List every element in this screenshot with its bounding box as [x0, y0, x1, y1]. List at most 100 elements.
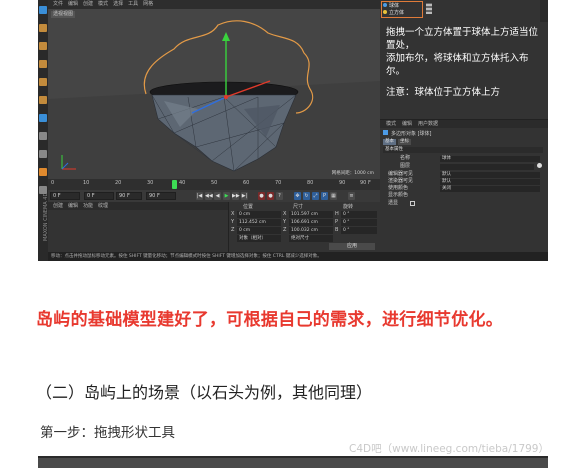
coordinate-mode-select[interactable]: 对象（相对）: [237, 235, 281, 242]
position-z-field[interactable]: 0 cm: [237, 227, 281, 234]
position-x-field[interactable]: 0 cm: [237, 211, 281, 218]
snap-tool-icon[interactable]: [39, 168, 47, 176]
y-axis-arrow[interactable]: [222, 32, 230, 41]
auto-key-icon[interactable]: ●: [267, 192, 274, 200]
prev-key-icon[interactable]: ◀◀: [205, 192, 213, 200]
apply-button[interactable]: 应用: [329, 243, 375, 250]
checker-tool-icon[interactable]: [39, 42, 47, 50]
menu-item[interactable]: 网格: [143, 1, 153, 7]
rotation-b-field[interactable]: 0 °: [341, 227, 377, 234]
timeline-tick: 50: [211, 180, 218, 186]
size-x-field[interactable]: 101.597 cm: [289, 211, 333, 218]
keyframe-select-icon[interactable]: ?: [276, 192, 283, 200]
play-icon[interactable]: ▶: [223, 192, 230, 200]
material-manager: 创建 编辑 功能 纹理: [48, 202, 228, 252]
undo-tool-icon[interactable]: [39, 6, 47, 14]
record-icon[interactable]: ●: [258, 192, 265, 200]
transport-bar: 0 F 0 F 90 F |◀ ◀◀ ◀ ▶ ▶▶ ▶| ● ● ? ✥ ↻ ⤢…: [48, 190, 380, 202]
size-mode-select[interactable]: 绝对尺寸: [289, 235, 333, 242]
point-mode-icon[interactable]: [39, 132, 47, 140]
timeline-ruler[interactable]: 0 10 20 30 40 50 60 70 80 90 90 F: [48, 179, 380, 190]
sphere-icon: [383, 3, 387, 7]
visibility-toggle-icon[interactable]: [426, 3, 432, 14]
cube-tool-icon[interactable]: [39, 24, 47, 32]
polygon-tool-icon[interactable]: [39, 78, 47, 86]
material-menu-item[interactable]: 纹理: [98, 203, 108, 209]
menu-item[interactable]: 选择: [113, 1, 123, 7]
timeline-tick: 0: [51, 180, 55, 186]
viewport-label[interactable]: 透视视图: [51, 11, 76, 18]
status-bar: 移动：点击并拖动鼠标移动元素。按住 SHIFT 键量化移动；节点编辑模式时按住 …: [48, 252, 548, 261]
go-to-end-icon[interactable]: ▶|: [241, 192, 248, 200]
editor-visible-select[interactable]: 默认: [440, 171, 540, 178]
use-color-select[interactable]: 关闭: [440, 185, 540, 192]
tab-basic[interactable]: 基本: [383, 139, 396, 145]
object-row-cube[interactable]: 立方体: [383, 10, 404, 17]
edge-tool-icon[interactable]: [39, 96, 47, 104]
menu-item[interactable]: 创建: [83, 1, 93, 7]
panel-tab-strip: [540, 0, 548, 22]
field-label: 使用颜色: [388, 185, 409, 191]
object-title-text: 多边形对象 [球体]: [391, 131, 432, 137]
timeline-settings-icon[interactable]: ≡: [348, 192, 355, 200]
position-y-field[interactable]: 112.452 cm: [237, 219, 281, 226]
play-reverse-icon[interactable]: ◀: [214, 192, 221, 200]
move-key-icon[interactable]: ✥: [294, 192, 301, 200]
axis-label: Z: [231, 227, 235, 233]
preview-end-field[interactable]: 90 F: [116, 192, 142, 200]
rotate-key-icon[interactable]: ↻: [303, 192, 310, 200]
timeline-tick: 80: [307, 180, 314, 186]
menu-item[interactable]: 模式: [98, 1, 108, 7]
menu-item[interactable]: 文件: [53, 1, 63, 7]
section-basic-properties: 基本属性: [383, 147, 543, 153]
attribute-menu: 模式 编辑 用户数据: [380, 120, 548, 128]
axis-label: X: [283, 211, 287, 217]
material-menu-item[interactable]: 功能: [83, 203, 93, 209]
field-label: 透显: [388, 200, 399, 206]
layer-input[interactable]: [440, 163, 534, 170]
timeline-tick: 20: [115, 180, 122, 186]
menu-item[interactable]: 工具: [128, 1, 138, 7]
rotation-h-field[interactable]: 0 °: [341, 211, 377, 218]
start-frame-field[interactable]: 0 F: [84, 192, 114, 200]
scale-key-icon[interactable]: ⤢: [312, 192, 319, 200]
material-menu-item[interactable]: 编辑: [68, 203, 78, 209]
param-key-icon[interactable]: P: [321, 192, 328, 200]
attribute-menu-item[interactable]: 编辑: [402, 121, 412, 127]
field-label: 显示颜色: [388, 192, 409, 198]
name-input[interactable]: 球体: [440, 155, 540, 162]
render-visible-select[interactable]: 默认: [440, 178, 540, 185]
size-y-field[interactable]: 106.691 cm: [289, 219, 333, 226]
magnet-tool-icon[interactable]: [39, 150, 47, 158]
grid-tool-icon[interactable]: [39, 60, 47, 68]
pla-key-icon[interactable]: ▦: [330, 192, 337, 200]
instruction-note: 注意：球体位于立方体上方: [386, 87, 501, 98]
go-to-start-icon[interactable]: |◀: [196, 192, 203, 200]
rotation-p-field[interactable]: 0 °: [341, 219, 377, 226]
tab-coordinates[interactable]: 坐标: [398, 139, 411, 145]
object-row-sphere[interactable]: 球体: [383, 3, 399, 10]
end-frame-field[interactable]: 90 F: [146, 192, 176, 200]
size-header: 尺寸: [293, 204, 304, 210]
field-label: 渲染器可见: [388, 178, 414, 184]
xray-checkbox[interactable]: [410, 201, 415, 206]
axis-label: Y: [231, 219, 235, 225]
current-frame-field[interactable]: 0 F: [50, 192, 80, 200]
grid-spacing-label: 网格间距：1000 cm: [331, 171, 374, 176]
polygon-object-icon: [383, 130, 388, 135]
attribute-menu-item[interactable]: 模式: [386, 121, 396, 127]
timeline-tick: 40: [179, 180, 186, 186]
timeline-tick: 30: [147, 180, 154, 186]
attribute-menu-item[interactable]: 用户数据: [418, 121, 438, 127]
3d-viewport[interactable]: 透视视图 网格间距：1000 cm: [48, 9, 380, 179]
layer-picker-icon[interactable]: [537, 163, 542, 168]
model-mode-icon[interactable]: [39, 114, 47, 122]
next-key-icon[interactable]: ▶▶: [232, 192, 240, 200]
timeline-tick: 60: [243, 180, 250, 186]
size-z-field[interactable]: 100.032 cm: [289, 227, 333, 234]
menu-item[interactable]: 编辑: [68, 1, 78, 7]
attribute-object-title: 多边形对象 [球体]: [383, 130, 432, 138]
timeline-playhead[interactable]: [172, 180, 177, 189]
material-menu-item[interactable]: 创建: [53, 203, 63, 209]
object-pivot[interactable]: [223, 94, 229, 100]
